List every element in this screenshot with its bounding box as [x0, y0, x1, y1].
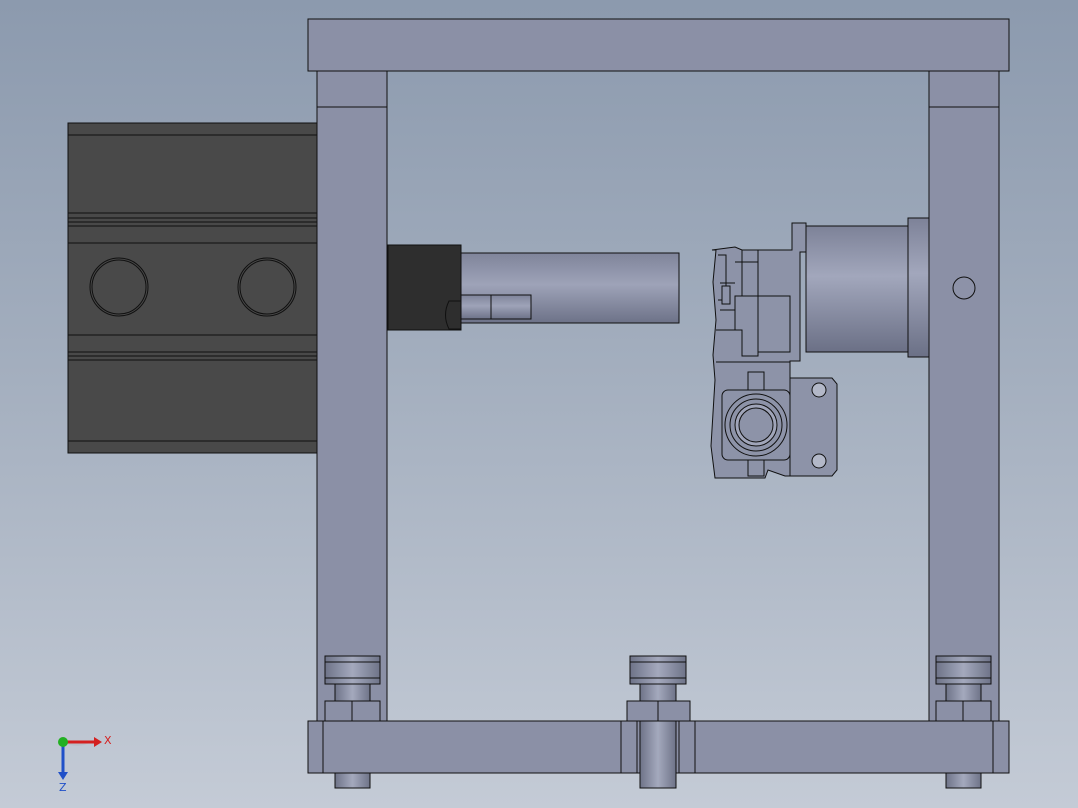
top-beam [307, 18, 1010, 72]
foot-left [334, 772, 371, 789]
left-post [316, 70, 388, 723]
mount-hole-top [811, 382, 827, 398]
bearing-inner [738, 407, 774, 443]
x-axis-label: X [104, 734, 112, 747]
coordinate-triad: X Z [58, 734, 112, 794]
cad-viewport[interactable]: X Z [0, 0, 1078, 808]
mount-hole-bottom [811, 453, 827, 469]
foot-right [945, 772, 982, 789]
y-axis-dot [58, 737, 68, 747]
model-view: X Z [58, 18, 1010, 794]
cylinder-body [67, 122, 318, 454]
right-post [928, 70, 1000, 723]
motor-housing [805, 217, 930, 358]
piston-rod [387, 244, 680, 331]
post-hole [952, 276, 976, 300]
z-axis-label: Z [59, 781, 67, 794]
